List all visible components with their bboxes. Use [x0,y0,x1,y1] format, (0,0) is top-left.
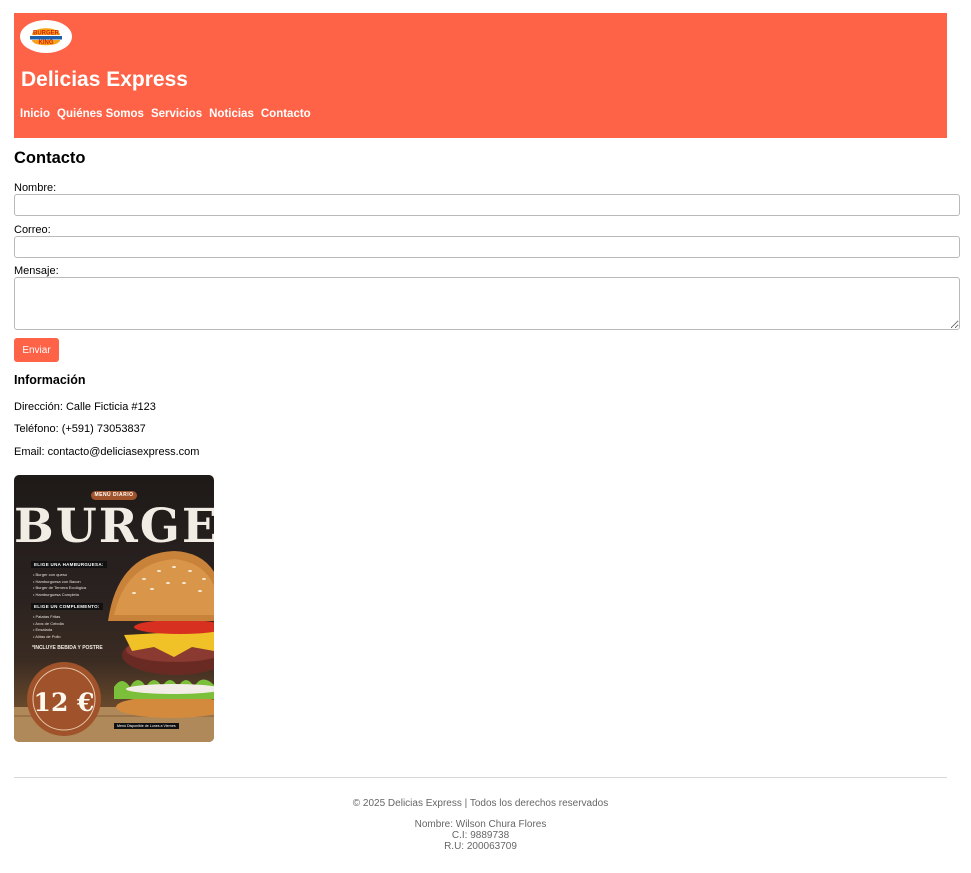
logo-word-top: BURGER [33,30,60,36]
list-item: Alitas de Pollo [33,634,64,641]
list-item: Hamburguesa Completa [33,592,86,599]
list-item: Burger de Ternera Ecológica [33,585,87,592]
site-header: BURGER KING Delicias Express Inicio Quié… [14,13,947,138]
list-item: Patatas Fritas [33,614,64,621]
info-address: Dirección: Calle Ficticia #123 [14,401,156,413]
email-label: Correo: [14,224,51,236]
nav-item-quienes-somos[interactable]: Quiénes Somos [57,108,144,120]
nav-item-noticias[interactable]: Noticias [209,108,254,120]
info-email: Email: contacto@deliciasexpress.com [14,446,200,458]
name-label: Nombre: [14,182,57,194]
author-ru: R.U: 200063709 [444,841,517,852]
poster-price: 12 € [33,687,95,717]
poster-section-sides: ELIGE UN COMPLEMENTO: [31,603,103,610]
email-input[interactable] [14,236,960,258]
author-name: Nombre: Wilson Chura Flores [414,819,547,830]
poster-burger-list: Burger con queso Hamburguesa con Bacon B… [33,572,87,599]
poster-section-burgers: ELIGE UNA HAMBURGUESA: [31,561,107,568]
burger-king-logo[interactable]: BURGER KING [20,20,72,53]
main-nav: Inicio Quiénes Somos Servicios Noticias … [20,108,318,120]
logo-word-bottom: KING [39,40,54,46]
message-textarea[interactable] [14,277,960,330]
info-phone: Teléfono: (+591) 73053837 [14,423,146,435]
contact-title: Contacto [14,149,86,167]
burger-menu-poster: MENÚ DIARIO BURGER ELIGE UNA HAMBURGUESA… [14,475,214,742]
nav-item-inicio[interactable]: Inicio [20,108,50,120]
info-title: Información [14,373,86,387]
copyright-text: © 2025 Delicias Express | Todos los dere… [352,798,609,809]
page: BURGER KING Delicias Express Inicio Quié… [0,0,971,873]
footer-divider [14,777,947,778]
name-input[interactable] [14,194,960,216]
site-footer: © 2025 Delicias Express | Todos los dere… [14,798,947,852]
submit-button[interactable]: Enviar [14,338,59,362]
poster-footnote: Menú Disponible de Lunes a Viernes [114,723,179,729]
poster-sides-list: Patatas Fritas Aros de Cebolla Ensalada … [33,614,64,641]
author-ci: C.I: 9889738 [451,830,510,841]
poster-note: *INCLUYE BEBIDA Y POSTRE [32,645,103,651]
site-title: Delicias Express [21,68,188,91]
logo-icon: BURGER KING [30,27,62,46]
message-label: Mensaje: [14,265,59,277]
poster-title: BURGER [14,499,214,554]
nav-item-contacto[interactable]: Contacto [261,108,311,120]
nav-item-servicios[interactable]: Servicios [151,108,202,120]
